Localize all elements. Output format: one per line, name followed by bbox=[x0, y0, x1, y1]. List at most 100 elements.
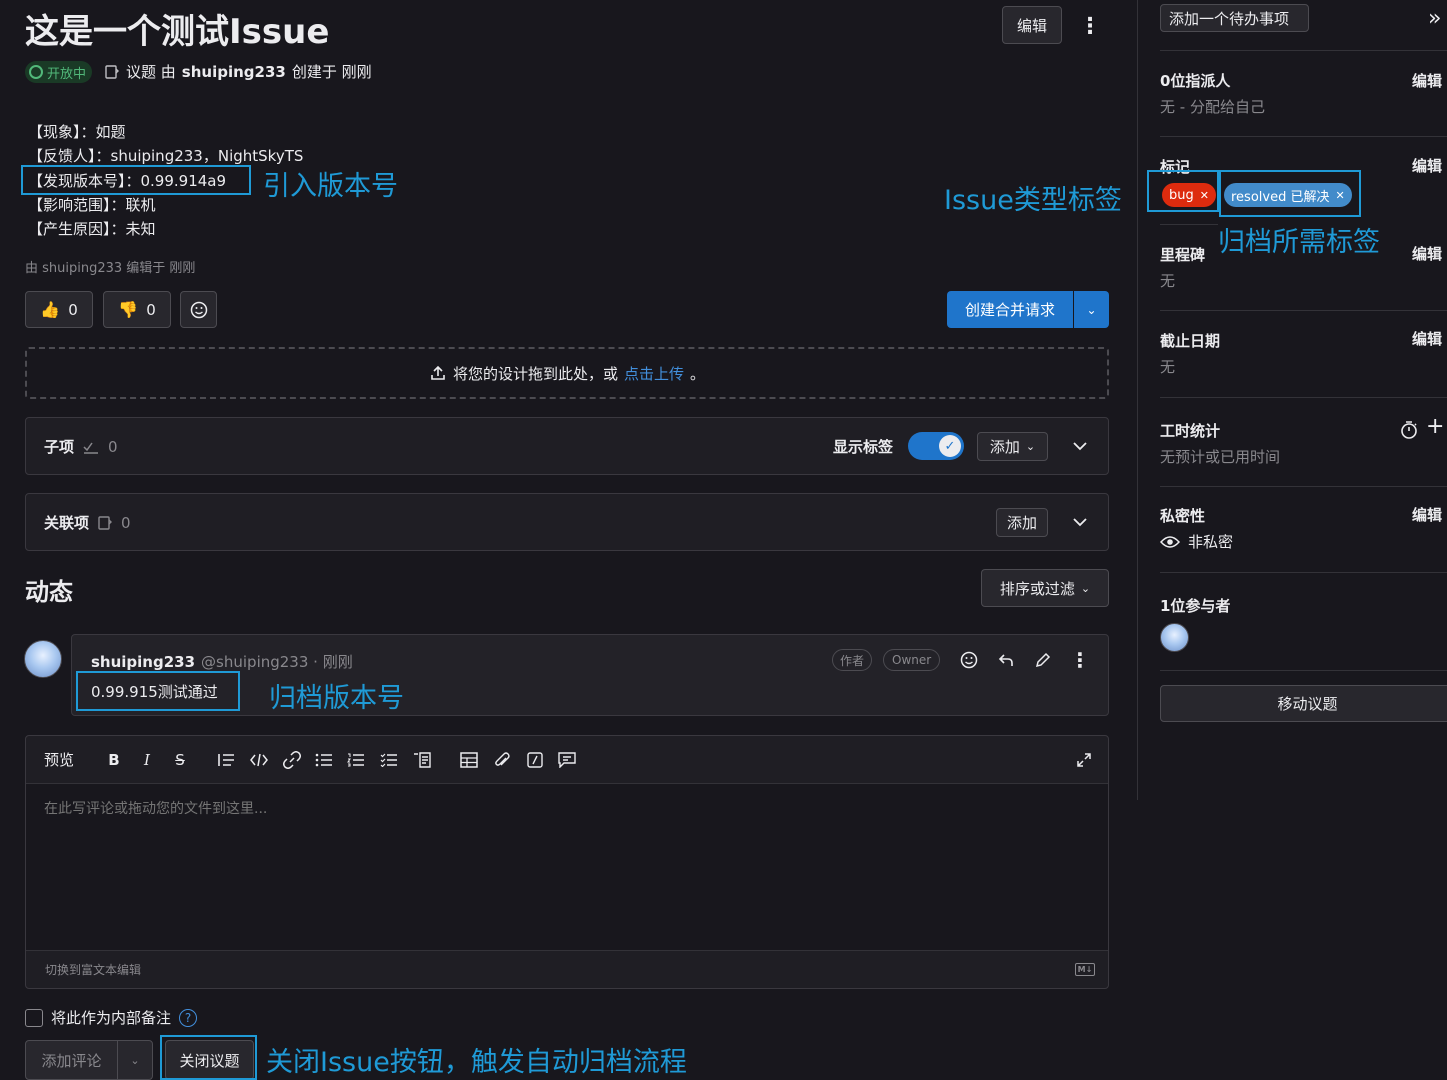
owner-badge: Owner bbox=[883, 649, 941, 671]
assignee-edit-button[interactable]: 编辑 bbox=[1412, 70, 1442, 91]
milestone-title: 里程碑 bbox=[1160, 246, 1206, 264]
sidebar-separator bbox=[1160, 397, 1447, 398]
add-comment-label: 添加评论 bbox=[41, 1051, 102, 1070]
toggle-knob: ✓ bbox=[939, 435, 961, 457]
status-badge: 开放中 bbox=[25, 61, 93, 83]
issue-type-icon bbox=[104, 64, 120, 80]
design-drop-text: 将您的设计拖到此处，或 bbox=[452, 364, 618, 383]
issue-author-link[interactable]: shuiping233 bbox=[182, 63, 286, 81]
highlight-resolved-label bbox=[1219, 170, 1361, 217]
sidebar-separator bbox=[1160, 670, 1447, 671]
confidentiality-edit-button[interactable]: 编辑 bbox=[1412, 504, 1442, 525]
edit-issue-button[interactable]: 编辑 bbox=[1002, 6, 1062, 44]
sort-filter-button[interactable]: 排序或过滤 ⌄ bbox=[981, 569, 1109, 607]
fullscreen-icon[interactable] bbox=[1074, 750, 1094, 770]
sidebar-divider bbox=[1137, 0, 1138, 800]
add-child-item-button[interactable]: 添加 ⌄ bbox=[977, 432, 1048, 461]
labels-edit-button[interactable]: 编辑 bbox=[1412, 155, 1442, 176]
more-options-icon[interactable]: ⋮ bbox=[1069, 648, 1091, 672]
status-badge-label: 开放中 bbox=[47, 66, 87, 82]
add-comment-button[interactable]: 添加评论 bbox=[25, 1040, 118, 1080]
collapsible-section-icon[interactable] bbox=[412, 750, 432, 770]
annotation-archive-version: 归档版本号 bbox=[269, 683, 404, 714]
participants-title: 1位参与者 bbox=[1160, 597, 1231, 615]
task-list-icon[interactable] bbox=[379, 750, 399, 770]
reply-icon[interactable] bbox=[995, 649, 1017, 671]
linked-items-panel: 关联项 0 添加 bbox=[25, 493, 1109, 551]
due-date-edit-button[interactable]: 编辑 bbox=[1412, 328, 1442, 349]
add-todo-button[interactable]: 添加一个待办事项 bbox=[1160, 4, 1309, 32]
comment-handle: @shuiping233 · 刚刚 bbox=[201, 653, 353, 671]
chevron-down-icon: ⌄ bbox=[1080, 581, 1091, 595]
numbered-list-icon[interactable] bbox=[346, 750, 366, 770]
highlight-intro-version bbox=[21, 165, 251, 195]
move-issue-button[interactable]: 移动议题 bbox=[1160, 685, 1447, 722]
time-tracking-title: 工时统计 bbox=[1160, 422, 1221, 440]
comment-textarea[interactable] bbox=[26, 784, 1108, 949]
collapse-sidebar-icon[interactable]: » bbox=[1428, 6, 1441, 31]
help-icon[interactable]: ? bbox=[179, 1008, 198, 1027]
issue-meta-prefix: 议题 由 bbox=[126, 63, 176, 81]
participant-avatar[interactable] bbox=[1160, 623, 1189, 652]
time-tracking-value: 无预计或已用时间 bbox=[1160, 448, 1281, 466]
sidebar-separator bbox=[1160, 310, 1447, 311]
markdown-icon: M↓ bbox=[1075, 963, 1095, 976]
code-icon[interactable] bbox=[249, 750, 269, 770]
attachment-icon[interactable] bbox=[492, 750, 512, 770]
add-linked-item-button[interactable]: 添加 bbox=[996, 508, 1048, 537]
bold-icon[interactable]: B bbox=[104, 750, 124, 770]
slash-command-icon[interactable] bbox=[525, 750, 545, 770]
merge-request-dropdown-button[interactable]: ⌄ bbox=[1074, 291, 1109, 328]
open-circle-icon bbox=[29, 65, 43, 79]
child-items-title: 子项 bbox=[44, 438, 75, 456]
annotation-close-button: 关闭Issue按钮，触发自动归档流程 bbox=[266, 1047, 687, 1078]
add-reaction-icon[interactable] bbox=[958, 649, 980, 671]
annotation-archive-label: 归档所需标签 bbox=[1218, 227, 1380, 258]
add-todo-label: 添加一个待办事项 bbox=[1169, 9, 1290, 28]
chevron-down-icon: ⌄ bbox=[130, 1053, 140, 1067]
pencil-icon[interactable] bbox=[1032, 649, 1054, 671]
thumbs-down-count: 0 bbox=[146, 300, 156, 319]
more-options-icon[interactable]: ⋮ bbox=[1078, 12, 1102, 40]
thumbs-up-icon: 👍 bbox=[40, 300, 61, 319]
upload-link[interactable]: 点击上传 bbox=[624, 363, 684, 384]
sort-filter-label: 排序或过滤 bbox=[999, 579, 1075, 598]
add-time-icon[interactable]: + bbox=[1426, 414, 1444, 439]
show-labels-toggle[interactable]: ✓ bbox=[908, 432, 964, 460]
bullet-list-icon[interactable] bbox=[314, 750, 334, 770]
body-line: 【现象】：如题 bbox=[28, 123, 126, 141]
quote-icon[interactable] bbox=[216, 750, 236, 770]
design-drop-zone[interactable]: 将您的设计拖到此处，或 点击上传 。 bbox=[25, 347, 1109, 399]
sidebar-separator bbox=[1160, 136, 1447, 137]
italic-icon[interactable]: I bbox=[137, 750, 157, 770]
highlight-bug-label bbox=[1147, 170, 1219, 212]
milestone-edit-button[interactable]: 编辑 bbox=[1412, 243, 1442, 264]
issue-meta: 议题 由 shuiping233 创建于 刚刚 bbox=[104, 61, 372, 82]
edited-note: 由 shuiping233 编辑于 刚刚 bbox=[25, 261, 196, 276]
due-date-title: 截止日期 bbox=[1160, 332, 1221, 350]
add-child-item-label: 添加 bbox=[989, 438, 1020, 456]
child-items-count: 0 bbox=[108, 437, 118, 456]
avatar[interactable] bbox=[24, 640, 62, 678]
stopwatch-icon[interactable] bbox=[1398, 419, 1420, 441]
comment-author[interactable]: shuiping233 bbox=[91, 653, 195, 671]
comment-template-icon[interactable] bbox=[557, 750, 577, 770]
collapse-chevron-icon[interactable] bbox=[1070, 436, 1090, 456]
collapse-chevron-icon[interactable] bbox=[1070, 512, 1090, 532]
linked-items-count: 0 bbox=[121, 513, 131, 532]
add-reaction-button[interactable] bbox=[180, 291, 217, 328]
annotation-intro-version: 引入版本号 bbox=[263, 171, 398, 202]
add-comment-dropdown-button[interactable]: ⌄ bbox=[117, 1040, 153, 1080]
highlight-close-button bbox=[160, 1035, 257, 1080]
thumbs-down-button[interactable]: 👎 0 bbox=[103, 291, 171, 328]
link-icon[interactable] bbox=[282, 750, 302, 770]
table-icon[interactable] bbox=[459, 750, 479, 770]
preview-tab[interactable]: 预览 bbox=[44, 749, 74, 770]
thumbs-up-button[interactable]: 👍 0 bbox=[25, 291, 93, 328]
confidentiality-value: 非私密 bbox=[1188, 533, 1234, 551]
internal-note-checkbox[interactable] bbox=[25, 1008, 43, 1027]
assignee-value[interactable]: 无 - 分配给自己 bbox=[1160, 96, 1265, 117]
strikethrough-icon[interactable]: S bbox=[170, 750, 190, 770]
create-merge-request-button[interactable]: 创建合并请求 bbox=[947, 291, 1073, 328]
switch-rich-text-link[interactable]: 切换到富文本编辑 bbox=[45, 961, 141, 978]
